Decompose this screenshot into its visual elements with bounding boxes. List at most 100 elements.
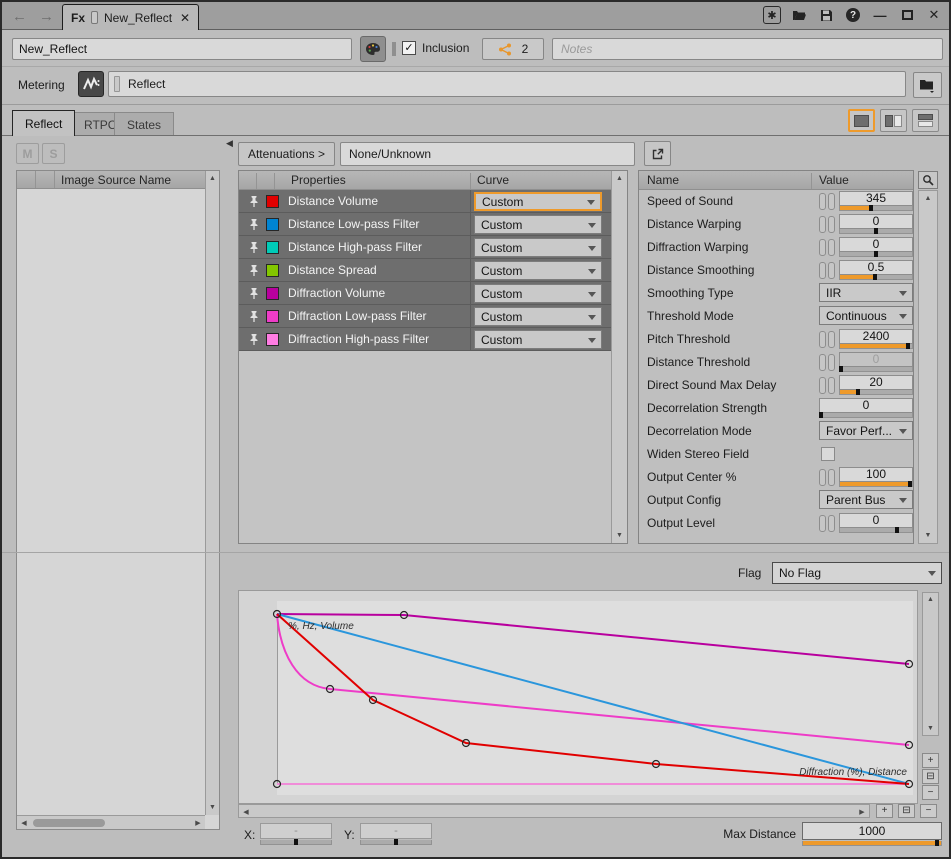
color-palette-button[interactable] [360, 36, 386, 62]
y-coordinate-field[interactable]: - [360, 823, 432, 839]
maximize-button[interactable] [898, 6, 916, 24]
setting-value-field[interactable]: 0.5 [839, 260, 913, 275]
search-properties-button[interactable] [918, 171, 938, 189]
curve-color-chip[interactable] [266, 310, 279, 323]
max-distance-slider[interactable] [802, 841, 942, 846]
curve-type-dropdown[interactable]: Custom [474, 192, 602, 211]
minimize-button[interactable]: — [871, 6, 889, 24]
curve-row[interactable]: Distance VolumeCustom [239, 190, 611, 213]
curve-type-dropdown[interactable]: Custom [474, 284, 602, 303]
pin-icon[interactable] [248, 195, 260, 211]
layout-split-vertical-button[interactable] [880, 109, 907, 132]
curve-row[interactable]: Diffraction High-pass FilterCustom [239, 328, 611, 351]
rtpc-pill-icon[interactable] [819, 354, 826, 371]
rtpc-pill-icon[interactable] [819, 515, 826, 532]
curve-row[interactable]: Diffraction VolumeCustom [239, 282, 611, 305]
flag-dropdown[interactable]: No Flag [772, 562, 942, 584]
curve-type-dropdown[interactable]: Custom [474, 330, 602, 349]
curves-vscrollbar[interactable]: ▲ ▼ [611, 171, 627, 543]
mute-button[interactable]: M [16, 143, 39, 164]
link-pill-icon[interactable] [828, 515, 835, 532]
nav-back-icon[interactable]: ← [12, 8, 27, 25]
setting-value-field[interactable]: 0 [839, 513, 913, 528]
setting-slider[interactable] [839, 275, 913, 280]
setting-slider[interactable] [819, 413, 913, 418]
x-coordinate-field[interactable]: - [260, 823, 332, 839]
setting-slider[interactable] [839, 229, 913, 234]
curve-type-dropdown[interactable]: Custom [474, 215, 602, 234]
curve-color-chip[interactable] [266, 218, 279, 231]
nav-forward-icon[interactable]: → [39, 8, 54, 25]
setting-slider[interactable] [839, 482, 913, 487]
link-pill-icon[interactable] [828, 216, 835, 233]
setting-value-field[interactable]: 0 [839, 352, 913, 367]
setting-slider[interactable] [839, 367, 913, 372]
link-pill-icon[interactable] [828, 331, 835, 348]
setting-dropdown[interactable]: Continuous [819, 306, 913, 325]
image-source-hscrollbar[interactable]: ◀ ▶ [17, 815, 205, 829]
rtpc-pill-icon[interactable] [819, 193, 826, 210]
setting-value-field[interactable]: 2400 [839, 329, 913, 344]
curve-row[interactable]: Distance SpreadCustom [239, 259, 611, 282]
shared-references-button[interactable]: 2 [482, 38, 544, 60]
rtpc-pill-icon[interactable] [819, 216, 826, 233]
setting-value-field[interactable]: 20 [839, 375, 913, 390]
pin-window-button[interactable]: ✱ [763, 6, 781, 24]
graph-zoom-out-v-button[interactable]: − [922, 785, 939, 800]
graph-zoom-fit-v-button[interactable]: ⊟ [922, 769, 939, 784]
collapse-panel-icon[interactable]: ◀ [226, 138, 233, 149]
pin-icon[interactable] [248, 333, 260, 349]
link-pill-icon[interactable] [828, 469, 835, 486]
setting-value-field[interactable]: 0 [819, 398, 913, 413]
setting-value-field[interactable]: 100 [839, 467, 913, 482]
graph-hscrollbar[interactable]: ◀ ▶ [238, 804, 870, 818]
open-folder-icon[interactable] [790, 6, 808, 24]
solo-button[interactable]: S [42, 143, 65, 164]
curve-row[interactable]: Distance Low-pass FilterCustom [239, 213, 611, 236]
setting-slider[interactable] [839, 206, 913, 211]
graph-zoom-fit-h-button[interactable]: ⊟ [898, 804, 915, 818]
link-pill-icon[interactable] [828, 239, 835, 256]
link-pill-icon[interactable] [828, 354, 835, 371]
metering-target-field[interactable]: Reflect [108, 71, 906, 97]
curve-color-chip[interactable] [266, 333, 279, 346]
metering-icon[interactable] [78, 71, 104, 97]
link-pill-icon[interactable] [828, 262, 835, 279]
setting-checkbox[interactable] [821, 447, 835, 461]
rtpc-pill-icon[interactable] [819, 262, 826, 279]
setting-value-field[interactable]: 0 [839, 214, 913, 229]
graph-zoom-out-h-button[interactable]: − [920, 804, 937, 818]
help-icon[interactable]: ? [846, 8, 860, 22]
object-name-input[interactable] [12, 38, 352, 60]
tab-close-icon[interactable]: ✕ [180, 11, 190, 25]
notes-input[interactable] [552, 38, 943, 60]
curve-type-dropdown[interactable]: Custom [474, 238, 602, 257]
layout-single-button[interactable] [848, 109, 875, 132]
curve-color-chip[interactable] [266, 264, 279, 277]
graph-zoom-in-v-button[interactable]: + [922, 753, 939, 768]
curve-row[interactable]: Diffraction Low-pass FilterCustom [239, 305, 611, 328]
rtpc-pill-icon[interactable] [819, 331, 826, 348]
setting-dropdown[interactable]: Parent Bus [819, 490, 913, 509]
setting-value-field[interactable]: 345 [839, 191, 913, 206]
rtpc-pill-icon[interactable] [819, 377, 826, 394]
pin-icon[interactable] [248, 310, 260, 326]
curve-color-chip[interactable] [266, 241, 279, 254]
attenuations-menu-button[interactable]: Attenuations > [238, 142, 335, 166]
setting-value-field[interactable]: 0 [839, 237, 913, 252]
link-pill-icon[interactable] [828, 193, 835, 210]
pin-icon[interactable] [248, 218, 260, 234]
curve-color-chip[interactable] [266, 287, 279, 300]
setting-slider[interactable] [839, 390, 913, 395]
attenuation-preset-field[interactable]: None/Unknown [340, 142, 635, 166]
curve-row[interactable]: Distance High-pass FilterCustom [239, 236, 611, 259]
image-source-vscrollbar[interactable]: ▲ ▼ [205, 171, 219, 815]
curve-type-dropdown[interactable]: Custom [474, 307, 602, 326]
open-in-editor-button[interactable] [644, 141, 671, 166]
max-distance-field[interactable]: 1000 [802, 822, 942, 840]
tab-states[interactable]: States [114, 112, 174, 136]
rtpc-pill-icon[interactable] [819, 239, 826, 256]
layout-split-horizontal-button[interactable] [912, 109, 939, 132]
pin-icon[interactable] [248, 264, 260, 280]
setting-slider[interactable] [839, 528, 913, 533]
